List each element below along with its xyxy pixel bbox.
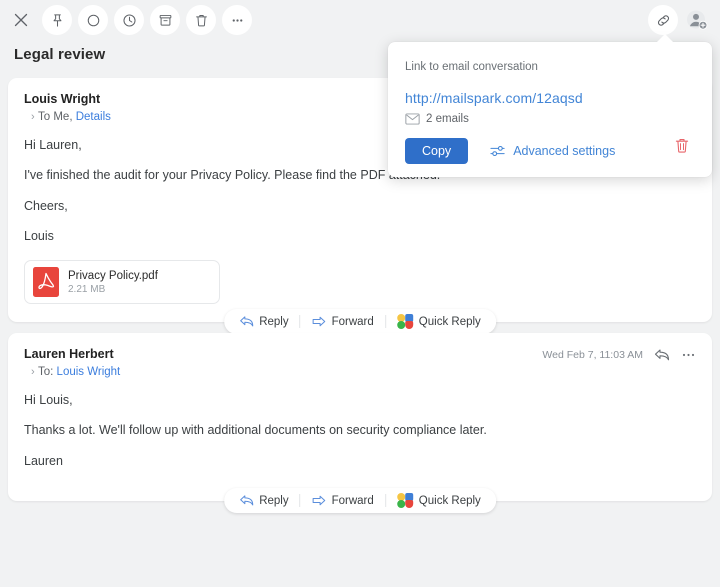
more-horizontal-icon [230,13,245,28]
forward-arrow-icon [312,315,327,328]
expand-chevron-icon[interactable]: › [31,112,35,123]
toolbar-right-group [648,5,720,35]
message-actions-bar: Reply Forward Quick Reply [224,309,496,334]
expand-chevron-icon[interactable]: › [31,367,35,378]
recipient-text: To Me, Details [24,111,111,123]
quick-reply-button[interactable]: Quick Reply [386,488,492,513]
advanced-settings-button[interactable]: Advanced settings [490,144,615,158]
circle-icon [86,13,101,28]
body-paragraph: Louis [24,228,696,244]
reply-button[interactable]: Reply [228,309,299,334]
mark-unread-button[interactable] [78,5,108,35]
recipient-prefix: To Me, [38,111,73,123]
message-actions-bar: Reply Forward Quick Reply [224,488,496,513]
body-paragraph: Hi Louis, [24,392,696,408]
add-person-button[interactable] [682,5,712,35]
recipient-text: To: Louis Wright [24,366,120,378]
trash-icon [194,13,209,28]
quick-reply-label: Quick Reply [419,495,481,507]
snooze-button[interactable] [114,5,144,35]
attachment-text: Privacy Policy.pdf 2.21 MB [68,270,158,295]
conversation-toolbar [0,0,720,40]
recipient-row: › To: Louis Wright [24,366,696,378]
more-options-button[interactable] [222,5,252,35]
emoji-cluster-icon [397,314,414,329]
attachment-size: 2.21 MB [68,284,158,295]
recipient-prefix: To: [38,366,53,378]
sliders-icon [490,144,506,158]
reply-arrow-icon [239,494,254,507]
message-meta: Wed Feb 7, 11:03 AM [542,348,696,362]
archive-icon [158,13,173,28]
quick-reply-label: Quick Reply [419,316,481,328]
emoji-cluster-icon [397,493,414,508]
close-icon [14,13,28,27]
share-link-button[interactable] [648,5,678,35]
more-horizontal-icon [681,348,696,362]
page-title: Legal review [14,46,105,63]
details-link[interactable]: Details [76,111,111,123]
reply-label: Reply [259,316,288,328]
email-conversation-view: Legal review Louis Wright › To Me, Detai… [0,0,720,587]
popup-arrow [656,34,674,43]
popup-actions: Copy Advanced settings [388,125,712,164]
delete-button[interactable] [186,5,216,35]
popup-title: Link to email conversation [388,42,712,73]
email-count-label: 2 emails [426,113,469,125]
message-header: Lauren Herbert › To: Louis Wright Wed Fe… [8,333,712,378]
archive-button[interactable] [150,5,180,35]
conversation-link-url[interactable]: http://mailspark.com/12aqsd [388,73,712,106]
reply-button[interactable]: Reply [228,488,299,513]
reply-label: Reply [259,495,288,507]
clock-icon [122,13,137,28]
message-more-button[interactable] [681,348,696,362]
email-count-row: 2 emails [388,106,712,125]
pin-button[interactable] [42,5,72,35]
attachment-card[interactable]: Privacy Policy.pdf 2.21 MB [24,260,220,304]
toolbar-left-group [0,5,252,35]
quick-reply-button[interactable]: Quick Reply [386,309,492,334]
link-to-conversation-popup: Link to email conversation http://mailsp… [388,42,712,177]
body-paragraph: Thanks a lot. We'll follow up with addit… [24,422,696,438]
copy-button[interactable]: Copy [405,138,468,164]
forward-button[interactable]: Forward [301,488,385,513]
forward-label: Forward [332,495,374,507]
link-icon [655,12,672,29]
pdf-file-icon [33,267,59,297]
recipient-link[interactable]: Louis Wright [57,366,121,378]
attachment-name: Privacy Policy.pdf [68,270,158,282]
person-add-icon [686,9,708,31]
forward-arrow-icon [312,494,327,507]
message-timestamp: Wed Feb 7, 11:03 AM [542,349,643,361]
trash-icon [674,137,690,154]
pin-icon [50,13,65,28]
delete-link-button[interactable] [674,137,690,159]
envelope-icon [405,113,420,125]
reply-arrow-icon [654,348,670,362]
message-reply-button[interactable] [654,348,670,362]
body-paragraph: Cheers, [24,198,696,214]
forward-button[interactable]: Forward [301,309,385,334]
body-paragraph: Lauren [24,453,696,469]
close-button[interactable] [6,5,36,35]
forward-label: Forward [332,316,374,328]
message-body: Hi Louis, Thanks a lot. We'll follow up … [8,392,712,469]
reply-arrow-icon [239,315,254,328]
message-card: Lauren Herbert › To: Louis Wright Wed Fe… [8,333,712,501]
advanced-settings-label: Advanced settings [513,144,615,158]
